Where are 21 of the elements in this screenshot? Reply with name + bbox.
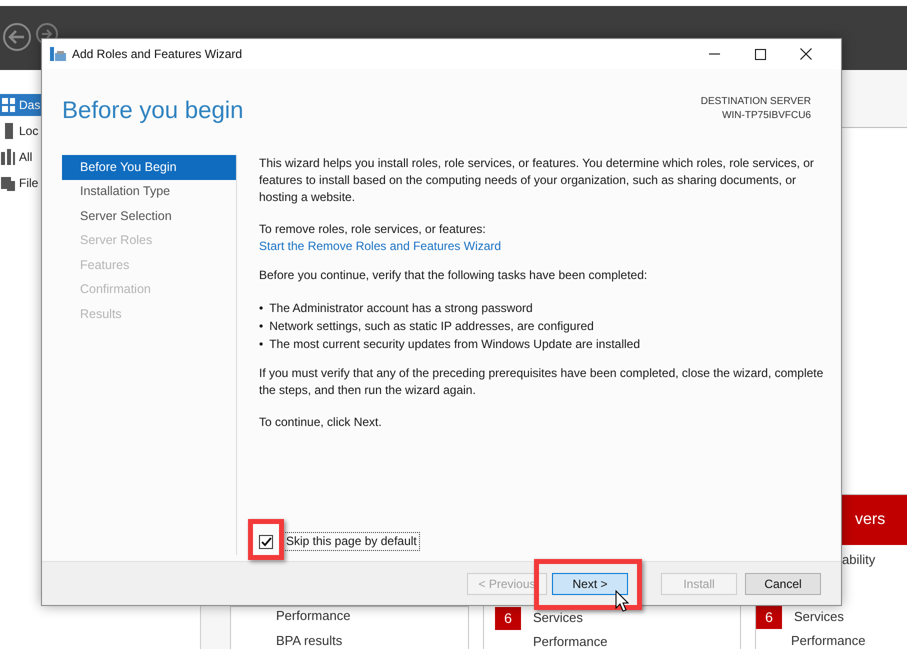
wizard-step: Server Roles <box>62 228 236 253</box>
count-badge: 6 <box>756 606 782 628</box>
page-heading: Before you begin <box>62 96 244 126</box>
count-badge: 6 <box>495 606 521 630</box>
wizard-step: Features <box>62 253 236 278</box>
body-text: Before you continue, verify that the following tasks have been completed: <box>259 267 648 284</box>
body-text: This wizard helps you install roles, role services, or features. You determine which roles, role services, or features to install based on the computing needs of your organization, such as sharing documents, or hosting a website. <box>259 155 815 206</box>
body-text: If you must verify that any of the preceding prerequisites have been completed, close the wizard, complete the steps, and then run the wizard again. <box>259 365 824 399</box>
bullet-icon: • <box>259 335 264 353</box>
body-text: To remove roles, role services, or features: <box>259 221 487 238</box>
body-text: To continue, click Next. <box>259 414 383 431</box>
wizard-step: Confirmation <box>62 278 236 302</box>
window-title: Add Roles and Features Wizard <box>72 46 242 63</box>
bullet-text: The most current security updates from Windows Update are installed <box>269 336 640 353</box>
wizard-step: Results <box>62 302 236 326</box>
bullet-icon: • <box>259 299 264 317</box>
bullet-text: The Administrator account has a strong password <box>269 300 533 317</box>
server-name: WIN-TP75IBVFCU6 <box>721 109 811 123</box>
destination-label: DESTINATION SERVER <box>700 95 811 109</box>
bullet-text: Network settings, such as static IP addresses, are configured <box>269 318 594 335</box>
bullet-icon: • <box>259 317 264 335</box>
